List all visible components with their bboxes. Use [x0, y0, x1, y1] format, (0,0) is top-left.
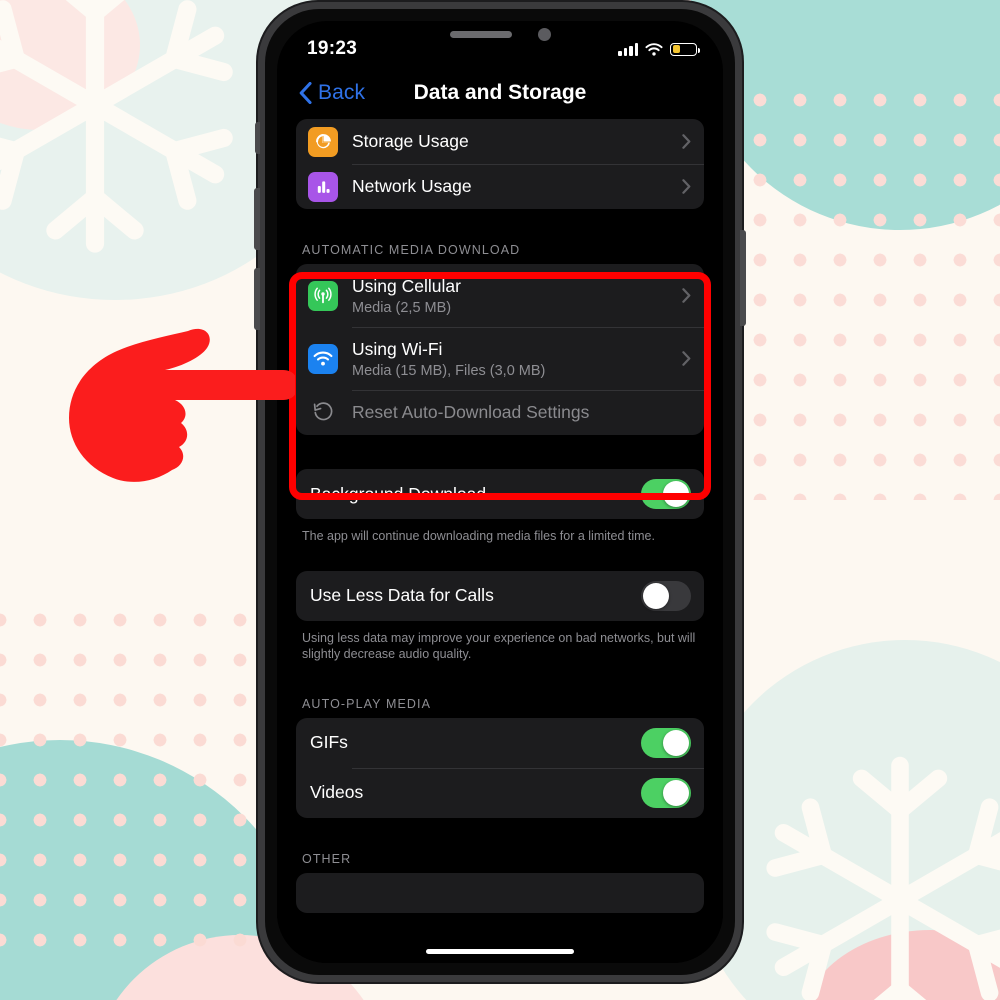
row-network-usage[interactable]: Network Usage — [296, 164, 704, 209]
row-title: Reset Auto-Download Settings — [352, 402, 590, 422]
row-title: Videos — [310, 782, 364, 802]
back-button[interactable]: Back — [299, 81, 365, 105]
navigation-bar: Back Data and Storage — [277, 67, 723, 119]
section-header-automatic-media-download: AUTOMATIC MEDIA DOWNLOAD — [302, 243, 521, 257]
automatic-media-download-group: Using Cellular Media (2,5 MB) Using Wi-F… — [296, 264, 704, 435]
row-using-cellular-text: Using Cellular Media (2,5 MB) — [352, 276, 682, 316]
row-reset-auto-download-settings[interactable]: Reset Auto-Download Settings — [296, 390, 704, 435]
row-subtitle: Media (15 MB), Files (3,0 MB) — [352, 362, 546, 379]
row-use-less-data-for-calls[interactable]: Use Less Data for Calls — [296, 571, 704, 621]
section-header-auto-play-media: AUTO-PLAY MEDIA — [302, 696, 432, 711]
status-bar-indicators — [618, 42, 700, 56]
snowflake-icon-top-left — [0, 0, 260, 270]
auto-play-media-group: GIFs Videos — [296, 717, 704, 818]
chevron-right-icon — [682, 134, 691, 149]
cellular-bars-icon — [618, 42, 638, 56]
use-less-data-group: Use Less Data for Calls — [296, 570, 704, 621]
battery-low-power-icon — [670, 42, 700, 56]
background-download-group: Background Download — [296, 469, 704, 519]
row-network-usage-text: Network Usage — [352, 176, 682, 197]
use-less-data-toggle[interactable] — [641, 580, 691, 611]
usage-group: Storage Usage Network Usage — [296, 119, 704, 209]
snowflake-icon-bottom-right — [740, 740, 1000, 1000]
row-using-cellular[interactable]: Using Cellular Media (2,5 MB) — [296, 264, 704, 327]
status-bar-time: 19:23 — [307, 38, 358, 59]
row-videos-text: Videos — [310, 782, 641, 803]
phone-device-frame: 19:23 Back Data and Storage Storage Usag… — [254, 2, 746, 982]
cellular-tower-icon — [308, 280, 338, 311]
row-title: Background Download — [310, 483, 487, 504]
videos-toggle[interactable] — [641, 777, 691, 808]
home-indicator[interactable] — [426, 949, 574, 954]
reset-circular-arrow-icon — [308, 398, 338, 428]
power-button[interactable] — [740, 230, 746, 326]
row-title: Use Less Data for Calls — [310, 585, 494, 605]
row-reset-text: Reset Auto-Download Settings — [352, 402, 691, 423]
background-download-toggle[interactable] — [641, 479, 691, 509]
row-gifs-text: GIFs — [310, 732, 641, 753]
row-background-download[interactable]: Background Download — [296, 469, 704, 519]
row-title: Network Usage — [352, 176, 472, 196]
settings-list[interactable]: Storage Usage Network Usage AUTOMATIC ME… — [277, 119, 723, 963]
row-gifs[interactable]: GIFs — [296, 718, 704, 768]
section-header-other: OTHER — [302, 851, 352, 866]
volume-up-button[interactable] — [254, 188, 260, 250]
mute-switch-button[interactable] — [255, 122, 260, 154]
pointing-hand-right-icon — [55, 306, 298, 496]
row-title: GIFs — [310, 732, 348, 752]
row-title: Storage Usage — [352, 131, 469, 151]
phone-bezel: 19:23 Back Data and Storage Storage Usag… — [265, 9, 735, 975]
row-title: Using Cellular — [352, 275, 461, 296]
other-group[interactable] — [296, 872, 704, 913]
bar-chart-icon — [308, 171, 338, 202]
pie-chart-icon — [308, 126, 338, 157]
row-use-less-data-text: Use Less Data for Calls — [310, 585, 641, 606]
phone-screen: 19:23 Back Data and Storage Storage Usag… — [277, 21, 723, 963]
chevron-right-icon — [682, 179, 691, 194]
back-button-label: Back — [318, 81, 366, 104]
row-using-wifi-text: Using Wi-Fi Media (15 MB), Files (3,0 MB… — [352, 339, 682, 379]
row-storage-usage-text: Storage Usage — [352, 131, 682, 152]
row-using-wifi[interactable]: Using Wi-Fi Media (15 MB), Files (3,0 MB… — [296, 327, 704, 390]
chevron-right-icon — [682, 351, 691, 366]
background-download-footer: The app will continue downloading media … — [302, 529, 655, 543]
use-less-data-footer: Using less data may improve your experie… — [302, 630, 696, 662]
front-camera-icon — [537, 28, 551, 41]
chevron-right-icon — [682, 288, 691, 303]
earpiece-speaker-icon — [449, 31, 512, 38]
row-subtitle: Media (2,5 MB) — [352, 299, 452, 316]
row-background-download-text: Background Download — [310, 484, 641, 505]
wifi-icon — [645, 42, 663, 56]
gifs-toggle[interactable] — [641, 727, 691, 758]
wifi-icon — [308, 343, 338, 374]
row-videos[interactable]: Videos — [296, 767, 704, 818]
row-title: Using Wi-Fi — [352, 338, 443, 359]
chevron-left-icon — [299, 82, 312, 104]
device-notch — [389, 21, 611, 52]
pink-dot-pattern-bottom-left — [0, 600, 300, 960]
row-storage-usage[interactable]: Storage Usage — [296, 119, 704, 164]
